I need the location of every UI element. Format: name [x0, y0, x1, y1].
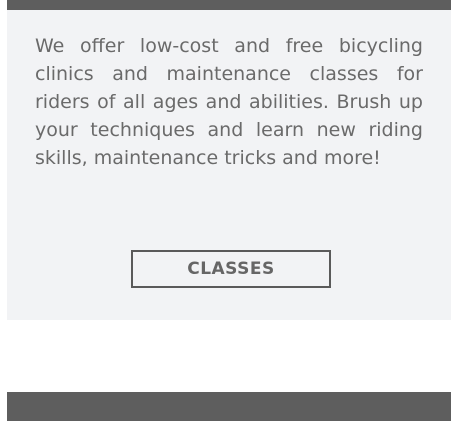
classes-card: We offer low-cost and free bicycling cli…	[7, 10, 451, 320]
classes-description: We offer low-cost and free bicycling cli…	[35, 35, 423, 169]
next-section-header-bar	[7, 392, 451, 421]
classes-button[interactable]: CLASSES	[131, 250, 331, 288]
section-header-bar	[7, 0, 451, 10]
